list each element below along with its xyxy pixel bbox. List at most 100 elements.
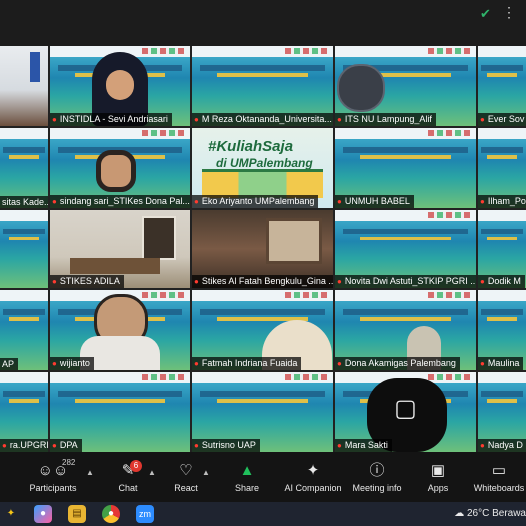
mic-muted-icon: ● (337, 115, 342, 124)
whiteboards-label: Whiteboards (473, 483, 525, 493)
participants-count: 282 (62, 458, 76, 467)
participant-tile[interactable]: ● wijianto (50, 290, 190, 370)
meeting-info-label: Meeting info (352, 483, 402, 493)
whiteboard-icon: ▭ (491, 462, 507, 479)
participant-name: sitas Kade... (0, 196, 48, 208)
participant-tile[interactable] (0, 46, 48, 126)
participant-name: ● Mara Sakti (335, 439, 392, 452)
participant-name: ● M Reza Oktananda_Universita... (192, 113, 333, 126)
react-button[interactable]: ♡ React (166, 452, 206, 502)
sparkle-icon: ✦ (306, 462, 320, 479)
top-bar: ✔ ⋮ (0, 0, 526, 46)
participant-tile[interactable]: ● sindang sari_STIKes Dona Pal... (50, 128, 190, 208)
ai-companion-button[interactable]: ✦ AI Companion (284, 452, 342, 502)
meeting-toolbar: ☺☺ 282 Participants ▲ ✎ 6 Chat ▲ ♡ React… (0, 452, 526, 502)
participant-name: ● ITS NU Lampung_Alif (335, 113, 436, 126)
apps-button[interactable]: ▣ Apps (420, 452, 456, 502)
whiteboards-button[interactable]: ▭ Whiteboards (472, 452, 526, 502)
share-label: Share (234, 483, 260, 493)
participant-name: ● Dona Akamigas Palembang (335, 357, 460, 370)
participant-name: ● Dodik M (478, 275, 525, 288)
participant-tile[interactable]: ● Dona Akamigas Palembang (335, 290, 476, 370)
participant-tile[interactable]: ● Stikes Al Fatah Bengkulu_Gina ... (192, 210, 333, 288)
participant-tile[interactable]: ● ITS NU Lampung_Alif (335, 46, 476, 126)
participant-name: ● Novita Dwi Astuti_STKIP PGRI ... (335, 275, 476, 288)
mic-muted-icon: ● (194, 359, 199, 368)
participant-tile[interactable]: ● Sutrisno UAP (192, 372, 333, 452)
meeting-info-button[interactable]: ⓘ Meeting info (350, 452, 404, 502)
participant-tile[interactable]: ● DPA (50, 372, 190, 452)
participant-tile[interactable]: ●ra.UPGRIP (0, 372, 48, 452)
mic-muted-icon: ● (52, 115, 57, 124)
banner-hashtag: #KuliahSaja (208, 138, 294, 155)
flag-icon (30, 52, 40, 82)
mic-muted-icon: ● (194, 115, 199, 124)
mic-muted-icon: ● (480, 115, 485, 124)
table (70, 258, 160, 274)
chevron-up-icon[interactable]: ▲ (148, 468, 156, 477)
more-dots-icon[interactable]: ⋮ (502, 5, 516, 19)
participant-face (106, 70, 134, 100)
chat-icon: ✎ (121, 462, 135, 479)
participant-tile[interactable]: ● INSTIDLA - Sevi Andriasari (50, 46, 190, 126)
participant-name: ● DPA (50, 439, 82, 452)
participant-name: ● Eko Ariyanto UMPalembang (192, 195, 319, 208)
participant-tile[interactable]: ● M Reza Oktananda_Universita... (192, 46, 333, 126)
participant-tile[interactable]: ● Dodik M (478, 210, 526, 288)
participant-name: ● UNMUH BABEL (335, 195, 414, 208)
participant-tile[interactable]: ▢ ● Mara Sakti (335, 372, 476, 452)
participant-name: ● Ilham_Po (478, 195, 526, 208)
participant-tile[interactable]: sitas Kade... (0, 128, 48, 208)
participant-tile[interactable]: ● STIKES ADILA (50, 210, 190, 288)
chat-label: Chat (118, 483, 138, 493)
participant-tile[interactable]: ● Nadya D (478, 372, 526, 452)
mic-muted-icon: ● (337, 441, 342, 450)
participant-name: ● Nadya D (478, 439, 526, 452)
mic-muted-icon: ● (2, 441, 7, 450)
participant-tile[interactable]: ● Ever Sov (478, 46, 526, 126)
mic-muted-icon: ● (194, 277, 199, 286)
participants-button[interactable]: ☺☺ 282 Participants (22, 452, 84, 502)
participants-label: Participants (29, 483, 77, 493)
participant-name: ● INSTIDLA - Sevi Andriasari (50, 113, 172, 126)
participant-tile[interactable]: ● UNMUH BABEL (335, 128, 476, 208)
zoom-app-icon[interactable]: zm (136, 505, 154, 523)
weather-widget[interactable]: ☁ 26°C Berawa (454, 505, 526, 523)
folder-icon[interactable]: ▤ (68, 505, 86, 523)
copilot-icon[interactable]: ● (34, 505, 52, 523)
participant-tile[interactable]: AP (0, 290, 48, 370)
participant-tile[interactable]: ● Ilham_Po (478, 128, 526, 208)
mic-muted-icon: ● (194, 197, 199, 206)
banner-subtitle: di UMPalembang (216, 156, 313, 170)
info-icon: ⓘ (369, 462, 385, 479)
participant-tile[interactable]: ● Novita Dwi Astuti_STKIP PGRI ... (335, 210, 476, 288)
video-off-icon: ▢ (394, 395, 417, 422)
star-icon[interactable]: ✦ (2, 505, 20, 523)
chat-badge: 6 (130, 460, 142, 472)
participant-name: ● Maulina (478, 357, 524, 370)
window (266, 218, 322, 264)
share-button[interactable]: ▲ Share (228, 452, 266, 502)
participant-name: AP (0, 358, 19, 370)
mic-muted-icon: ● (480, 359, 485, 368)
participant-tile[interactable]: ● Maulina (478, 290, 526, 370)
participant-name: ● Sutrisno UAP (192, 439, 260, 452)
chrome-icon[interactable]: ● (102, 505, 120, 523)
shield-check-icon[interactable]: ✔ (480, 7, 494, 21)
mic-muted-icon: ● (337, 277, 342, 286)
chevron-up-icon[interactable]: ▲ (86, 468, 94, 477)
cloud-icon: ☁ (454, 508, 467, 519)
chevron-up-icon[interactable]: ▲ (202, 468, 210, 477)
participant-name: ● wijianto (50, 357, 94, 370)
participant-name: ●ra.UPGRIP (0, 439, 48, 452)
participant-face (96, 150, 136, 192)
participant-tile[interactable]: ● Fatmah Indriana Fuaida (192, 290, 333, 370)
mic-muted-icon: ● (480, 197, 485, 206)
participant-name: ● Fatmah Indriana Fuaida (192, 357, 302, 370)
participant-tile[interactable] (0, 210, 48, 288)
chat-button[interactable]: ✎ 6 Chat (108, 452, 148, 502)
heart-icon: ♡ (179, 462, 193, 479)
participant-tile[interactable]: #KuliahSaja di UMPalembang ● Eko Ariyanto… (192, 128, 333, 208)
fan-icon (337, 64, 385, 112)
mic-muted-icon: ● (337, 359, 342, 368)
